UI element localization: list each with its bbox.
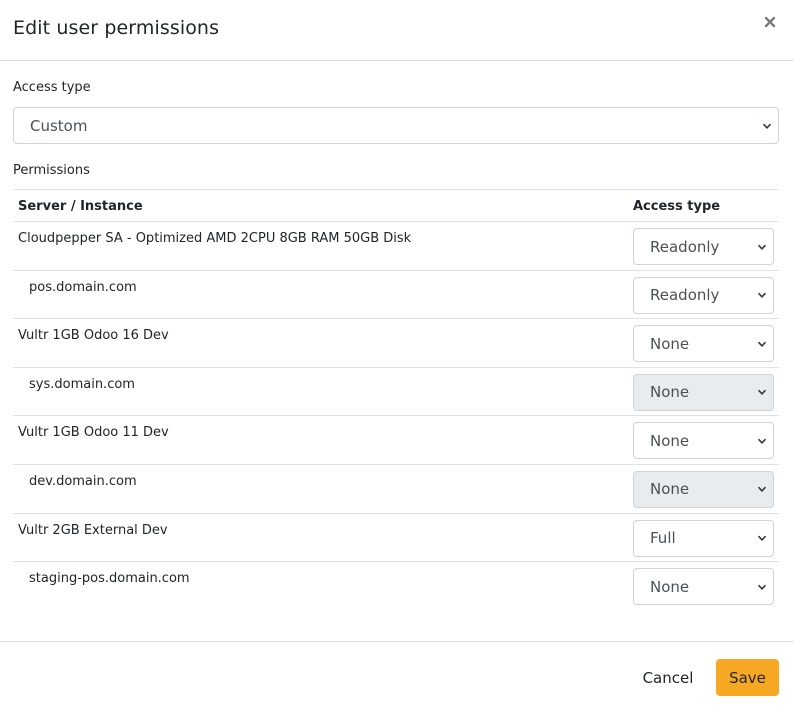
row-access-value: None <box>650 334 690 353</box>
row-access-value: None <box>650 480 690 499</box>
instance-name: dev.domain.com <box>29 473 137 489</box>
table-row: sys.domain.com None <box>13 368 779 417</box>
access-type-value: Custom <box>30 116 88 135</box>
table-row: Vultr 2GB External Dev Full <box>13 514 779 563</box>
cancel-button[interactable]: Cancel <box>630 659 706 696</box>
close-icon <box>764 16 776 28</box>
access-type-select[interactable]: Custom <box>13 107 779 144</box>
instance-name: staging-pos.domain.com <box>29 571 190 587</box>
save-button[interactable]: Save <box>716 659 779 696</box>
row-access-select[interactable]: Readonly <box>633 276 774 314</box>
modal-footer: Cancel Save <box>0 641 794 708</box>
close-button[interactable] <box>764 16 778 30</box>
edit-permissions-modal: Edit user permissions Access type Custom… <box>0 0 794 708</box>
table-row: Vultr 1GB Odoo 16 Dev None <box>13 319 779 368</box>
server-name: Vultr 1GB Odoo 11 Dev <box>18 425 169 441</box>
modal-title: Edit user permissions <box>13 17 220 39</box>
chevron-down-icon <box>757 341 767 347</box>
table-row: dev.domain.com None <box>13 465 779 514</box>
instance-name: pos.domain.com <box>29 279 137 295</box>
chevron-down-icon <box>757 535 767 542</box>
chevron-down-icon <box>757 584 767 590</box>
row-access-value: Readonly <box>650 237 720 256</box>
row-access-value: Full <box>650 529 676 548</box>
server-name: Vultr 2GB External Dev <box>18 522 168 538</box>
column-header-access: Access type <box>633 199 721 214</box>
row-access-value: None <box>650 431 690 450</box>
server-name: Cloudpepper SA - Optimized AMD 2CPU 8GB … <box>18 231 412 246</box>
row-access-select[interactable]: None <box>633 422 774 460</box>
row-access-select[interactable]: None <box>633 325 774 363</box>
access-type-label: Access type <box>13 80 91 95</box>
table-row: staging-pos.domain.com None <box>13 562 779 611</box>
row-access-select: None <box>633 373 774 411</box>
row-access-value: Readonly <box>650 286 720 305</box>
table-row: Vultr 1GB Odoo 11 Dev None <box>13 416 779 465</box>
permissions-table: Server / Instance Access type Cloudpeppe… <box>13 189 779 611</box>
chevron-down-icon <box>757 438 767 444</box>
chevron-down-icon <box>757 244 767 250</box>
row-access-value: None <box>650 383 690 402</box>
permissions-label: Permissions <box>13 163 90 178</box>
chevron-down-icon <box>757 487 767 493</box>
chevron-down-icon <box>757 389 767 396</box>
table-header: Server / Instance Access type <box>13 189 779 222</box>
row-access-select[interactable]: Full <box>633 519 774 557</box>
instance-name: sys.domain.com <box>29 376 135 392</box>
table-row: pos.domain.com Readonly <box>13 271 779 320</box>
chevron-down-icon <box>757 292 767 299</box>
row-access-select[interactable]: None <box>633 568 774 606</box>
chevron-down-icon <box>762 123 772 129</box>
modal-header: Edit user permissions <box>0 0 794 61</box>
row-access-value: None <box>650 577 690 596</box>
row-access-select: None <box>633 470 774 508</box>
server-name: Vultr 1GB Odoo 16 Dev <box>18 328 169 344</box>
row-access-select[interactable]: Readonly <box>633 228 774 265</box>
table-row: Cloudpepper SA - Optimized AMD 2CPU 8GB … <box>13 222 779 271</box>
column-header-server: Server / Instance <box>18 199 143 214</box>
